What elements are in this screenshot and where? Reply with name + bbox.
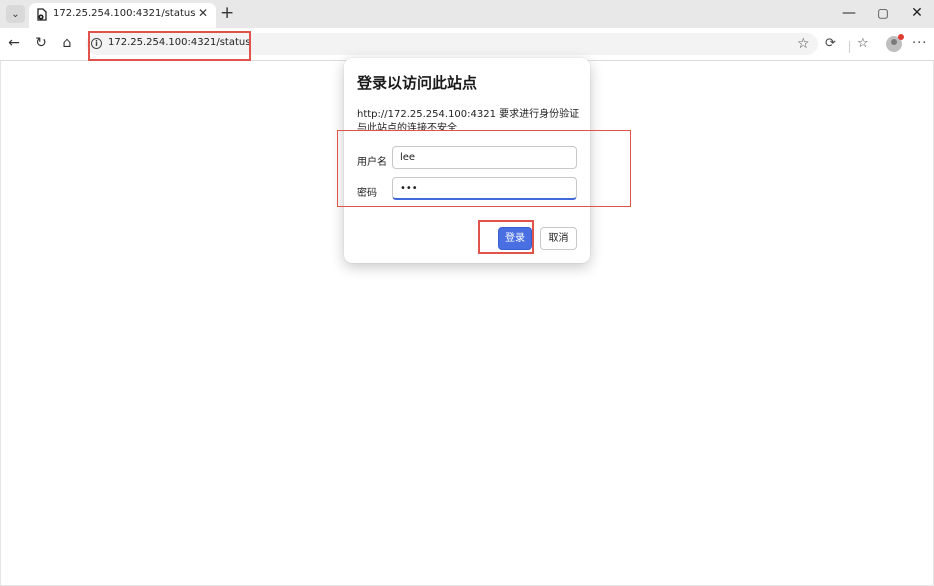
minimize-button[interactable]: — — [839, 4, 859, 22]
notification-dot — [898, 34, 904, 40]
annotation-box-url — [88, 31, 251, 61]
tab-actions-menu-icon[interactable]: ⌄ — [6, 5, 25, 23]
dialog-message-line1: http://172.25.254.100:4321 要求进行身份验证 — [357, 109, 580, 120]
reload-button[interactable]: ↻ — [32, 34, 50, 52]
tab-bar: ⌄ 172.25.254.100:4321/status ✕ + — ▢ ✕ — [0, 0, 934, 28]
annotation-box-login — [478, 220, 534, 254]
maximize-button[interactable]: ▢ — [873, 4, 893, 22]
add-favorite-star-icon[interactable]: ☆ — [797, 35, 810, 53]
cancel-button[interactable]: 取消 — [540, 227, 577, 250]
back-button[interactable]: ← — [5, 34, 23, 52]
close-window-button[interactable]: ✕ — [907, 4, 927, 22]
profile-avatar[interactable] — [886, 34, 904, 52]
toolbar-divider — [849, 41, 850, 53]
tab-title: 172.25.254.100:4321/status — [53, 8, 196, 19]
new-tab-button[interactable]: + — [220, 2, 234, 24]
tab-status[interactable]: 172.25.254.100:4321/status ✕ — [29, 3, 216, 28]
favorites-icon[interactable]: ☆ — [857, 35, 869, 53]
more-menu-icon[interactable]: ··· — [912, 35, 927, 53]
dialog-title: 登录以访问此站点 — [357, 74, 478, 92]
tab-close-icon[interactable]: ✕ — [198, 6, 208, 20]
avatar-head-icon — [891, 39, 897, 45]
copilot-icon[interactable]: ⟳ — [825, 35, 836, 53]
annotation-box-credentials — [337, 130, 631, 207]
page-favicon-icon — [37, 8, 47, 21]
home-button[interactable]: ⌂ — [58, 34, 76, 52]
